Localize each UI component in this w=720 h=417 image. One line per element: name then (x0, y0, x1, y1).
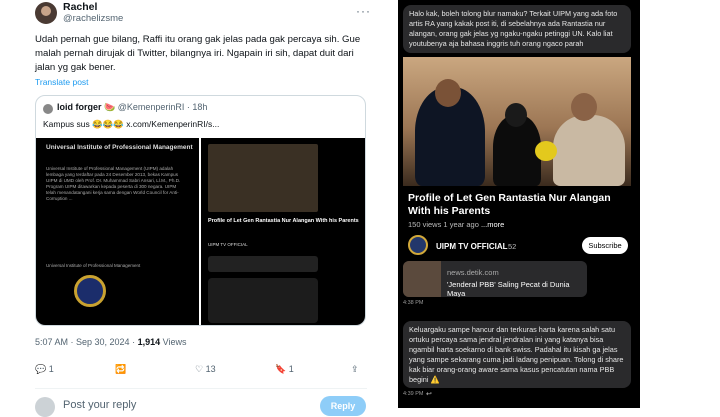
news-title: 'Jenderal PBB' Saling Pecat di Dunia May… (447, 280, 570, 297)
person-elder (553, 115, 625, 186)
tweet-meta: 5:07 AM · Sep 30, 2024 · 1,914 Views (35, 337, 186, 347)
flower-vase (535, 141, 557, 161)
person-general-head (435, 79, 461, 107)
quoted-text: Kampus sus 😂😂😂 x.com/KemenperinRI/s... (43, 119, 220, 129)
doc-title: Universal Institute of Professional Mana… (46, 144, 193, 151)
seal-label: Universal Institute of Professional Mana… (46, 263, 141, 268)
news-source: news.detik.com (447, 268, 499, 277)
channel-name[interactable]: UIPM TV OFFICIAL (436, 242, 508, 251)
video-thumbnail[interactable] (403, 57, 631, 186)
mini-video-thumbnail (208, 144, 318, 212)
bookmark-action[interactable]: 🔖 1 (275, 364, 294, 375)
bookmark-count: 1 (288, 364, 294, 374)
author-handle[interactable]: @rachelizsme (63, 13, 123, 24)
video-stats: 150 views 1 year ago ...more (408, 220, 504, 229)
subscribe-button[interactable]: Subscribe (582, 237, 628, 254)
reply-button[interactable]: Reply (320, 396, 366, 416)
video-views: 150 views 1 year ago (408, 220, 481, 229)
chat-message: Halo kak, boleh tolong blur namaku? Terk… (403, 5, 631, 53)
reply-input[interactable]: Post your reply (63, 399, 136, 411)
chat-message: Keluargaku sampe hancur dan terkuras har… (403, 321, 631, 388)
tweet-text: Udah pernah gue bilang, Raffi itu orang … (35, 34, 361, 73)
reply-count: 1 (48, 364, 54, 374)
quoted-author-name: loid forger (57, 102, 102, 112)
reply-icon: 💬 (35, 364, 47, 374)
avatar[interactable] (35, 2, 57, 24)
video-more[interactable]: ...more (481, 220, 504, 229)
watermelon-icon: 🍉 (104, 102, 116, 112)
news-link-card[interactable]: news.detik.com 'Jenderal PBB' Saling Pec… (403, 261, 587, 297)
mini-news-card (208, 256, 318, 272)
mini-comment (208, 278, 318, 323)
mini-caption: Profile of Let Gen Rantastia Nur Alangan… (208, 218, 359, 224)
tweet-panel: Rachel @rachelizsme ··· Udah pernah gue … (0, 0, 384, 417)
mini-channel: UIPM TV OFFICIAL (208, 242, 248, 247)
quoted-image-document[interactable]: Universal Institute of Professional Mana… (36, 138, 199, 325)
author-name[interactable]: Rachel (63, 1, 97, 13)
reply-arrow-icon[interactable]: ↩ (426, 390, 432, 398)
reply-avatar (35, 397, 55, 417)
retweet-icon: 🔁 (115, 364, 127, 374)
reply-action[interactable]: 💬 1 (35, 364, 54, 375)
quoted-author: loid forger 🍉 @KemenperinRI · 18h (57, 102, 207, 113)
message-timestamp: 4:39 PM (403, 391, 424, 397)
uipm-seal-icon (74, 275, 106, 307)
more-options-icon[interactable]: ··· (356, 4, 371, 18)
person-woman-head (505, 103, 527, 127)
doc-body: Universal Institute of Professional Mana… (46, 166, 181, 201)
quoted-handle: @KemenperinRI · 18h (117, 102, 208, 112)
like-count: 13 (205, 364, 216, 374)
channel-avatar[interactable] (408, 235, 428, 255)
person-elder-head (571, 93, 597, 121)
action-bar: 💬 1 🔁 ♡ 13 🔖 1 ⇪ (35, 364, 365, 380)
divider (35, 388, 367, 389)
message-timestamp: 4:38 PM (403, 300, 424, 306)
video-title[interactable]: Profile of Let Gen Rantastia Nur Alangan… (408, 192, 628, 218)
retweet-action[interactable]: 🔁 (115, 364, 126, 375)
quoted-tweet[interactable]: loid forger 🍉 @KemenperinRI · 18h Kampus… (35, 95, 366, 326)
views-count: 1,914 (137, 337, 161, 347)
right-margin (640, 0, 720, 408)
like-action[interactable]: ♡ 13 (195, 364, 216, 375)
news-thumbnail (403, 261, 441, 297)
quoted-image-screenshot[interactable]: Profile of Let Gen Rantastia Nur Alangan… (201, 138, 365, 325)
tweet-time[interactable]: 5:07 AM · Sep 30, 2024 · (35, 337, 138, 347)
heart-icon: ♡ (195, 364, 204, 374)
share-icon[interactable]: ⇪ (351, 364, 359, 375)
bookmark-icon: 🔖 (275, 364, 287, 374)
chat-panel: Halo kak, boleh tolong blur namaku? Terk… (398, 0, 640, 408)
views-label: Views (160, 337, 187, 347)
quoted-avatar (43, 104, 53, 114)
channel-subscribers: 52 (508, 242, 517, 251)
translate-link[interactable]: Translate post (35, 77, 89, 87)
